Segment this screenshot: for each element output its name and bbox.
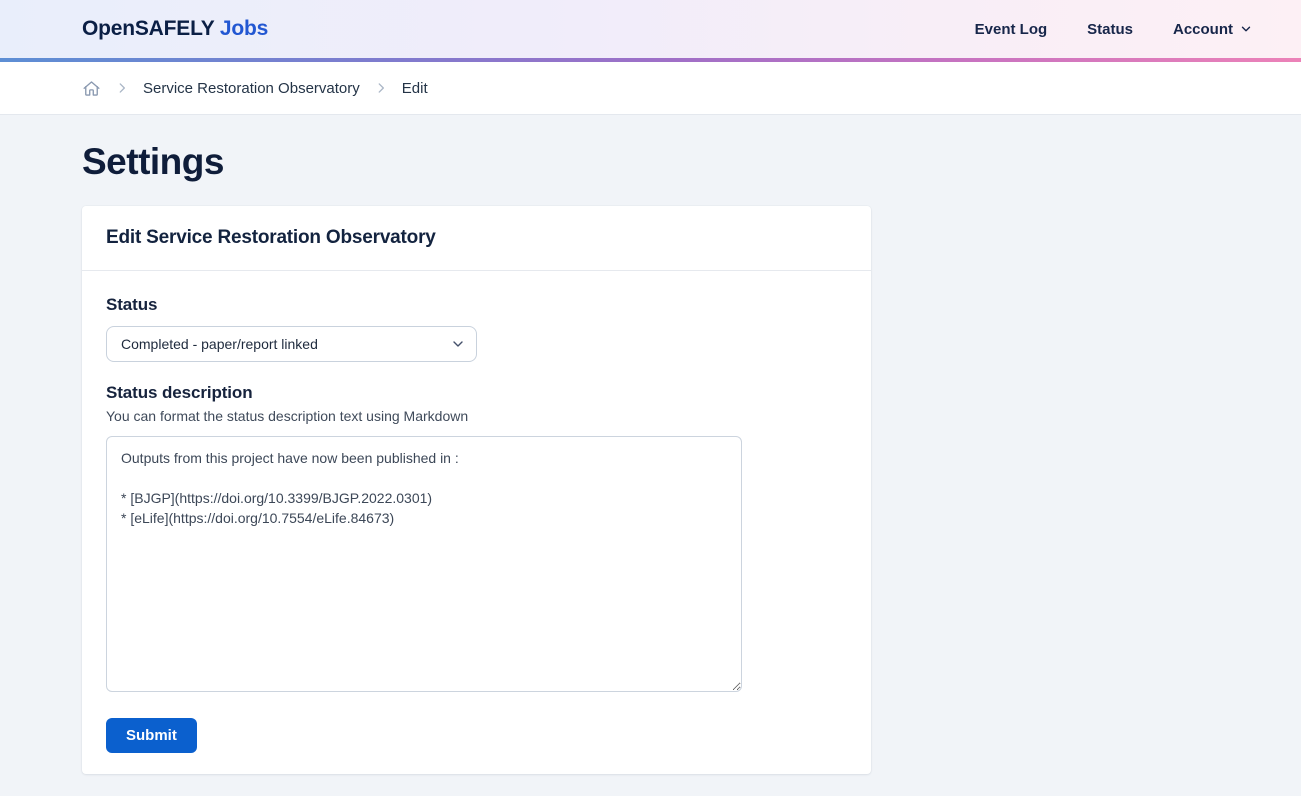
breadcrumb-current-page: Edit — [402, 80, 428, 97]
breadcrumb-bar: Service Restoration Observatory Edit — [0, 62, 1301, 115]
edit-settings-card: Edit Service Restoration Observatory Sta… — [82, 206, 871, 774]
brand-logo[interactable]: OpenSAFELY Jobs — [82, 17, 268, 41]
breadcrumb-project-link[interactable]: Service Restoration Observatory — [143, 80, 360, 97]
main-nav: Event Log Status Account — [975, 21, 1253, 38]
status-description-textarea[interactable]: Outputs from this project have now been … — [106, 436, 742, 692]
card-header: Edit Service Restoration Observatory — [82, 206, 871, 271]
nav-event-log[interactable]: Event Log — [975, 21, 1048, 38]
home-icon[interactable] — [82, 79, 101, 98]
status-select[interactable]: Completed - paper/report linked — [106, 326, 477, 362]
nav-event-log-label: Event Log — [975, 21, 1048, 38]
nav-status-label: Status — [1087, 21, 1133, 38]
nav-status[interactable]: Status — [1087, 21, 1133, 38]
chevron-right-icon — [374, 81, 388, 95]
status-field-group: Status Completed - paper/report linked — [106, 295, 847, 362]
brand-primary-text: OpenSAFELY — [82, 17, 214, 40]
status-label: Status — [106, 295, 847, 315]
status-select-wrapper: Completed - paper/report linked — [106, 326, 477, 362]
chevron-right-icon — [115, 81, 129, 95]
status-description-field-group: Status description You can format the st… — [106, 383, 847, 692]
nav-account-label: Account — [1173, 21, 1233, 38]
main-content: Settings Edit Service Restoration Observ… — [0, 115, 1301, 796]
status-description-help-text: You can format the status description te… — [106, 408, 847, 424]
card-title: Edit Service Restoration Observatory — [106, 227, 847, 249]
card-body: Status Completed - paper/report linked S… — [82, 271, 871, 774]
brand-secondary-text: Jobs — [220, 17, 268, 40]
nav-account-menu[interactable]: Account — [1173, 21, 1253, 38]
page-title: Settings — [82, 141, 1219, 183]
breadcrumb: Service Restoration Observatory Edit — [82, 79, 428, 98]
site-header: OpenSAFELY Jobs Event Log Status Account — [0, 0, 1301, 58]
submit-button[interactable]: Submit — [106, 718, 197, 753]
status-description-label: Status description — [106, 383, 847, 403]
chevron-down-icon — [1239, 22, 1253, 36]
